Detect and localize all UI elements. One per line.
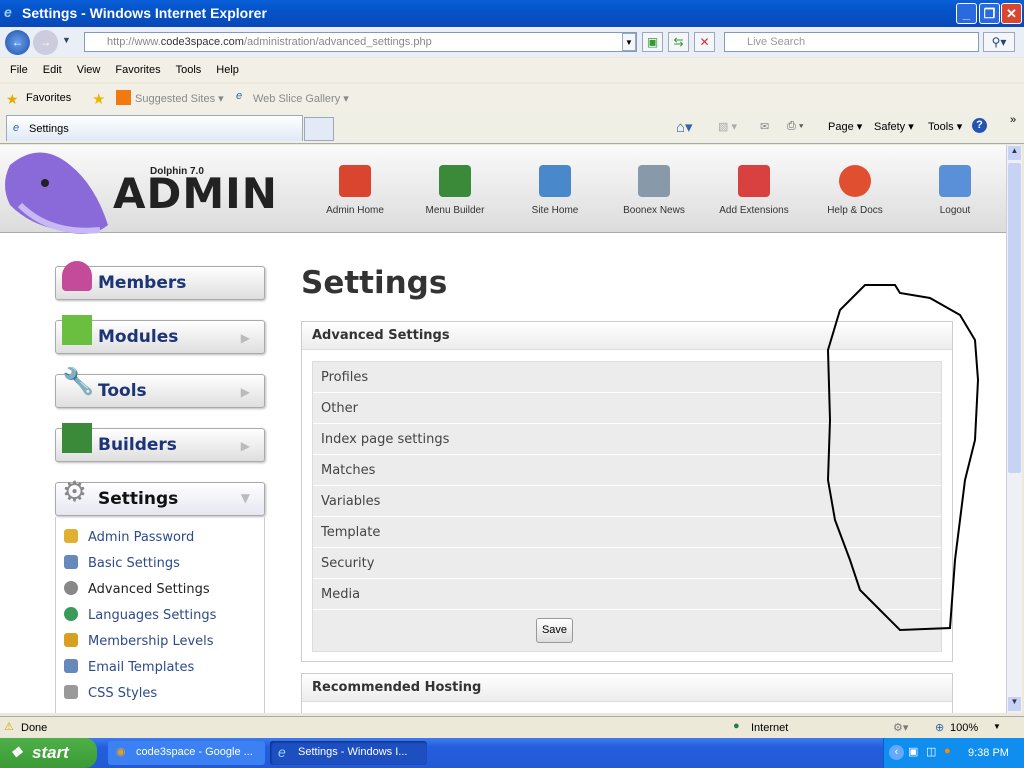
safety-menu[interactable]: Safety ▾: [874, 120, 914, 133]
page-menu[interactable]: Page ▾: [828, 120, 862, 133]
favorites-bar: ★ Favorites ★ Suggested Sites ▾ e Web Sl…: [0, 84, 1024, 112]
refresh-icon[interactable]: ⇆: [668, 32, 689, 52]
zoom-level[interactable]: 100%: [950, 722, 978, 734]
scroll-down-button[interactable]: ▼: [1008, 697, 1021, 711]
ie-icon: e: [4, 4, 12, 20]
show-hidden-icons-button[interactable]: ‹: [889, 745, 904, 760]
zoom-icon: ⊕: [935, 722, 945, 734]
task-label: Settings - Windows I...: [298, 746, 408, 758]
close-button[interactable]: ✕: [1001, 3, 1022, 24]
status-text: Done: [21, 722, 48, 734]
menu-file[interactable]: File: [10, 64, 28, 76]
protected-mode-icon[interactable]: ⚙▾: [893, 721, 908, 734]
minimize-button[interactable]: _: [956, 3, 977, 24]
taskbar: ❖ start ◉ code3space - Google ... e Setting…: [0, 738, 1024, 768]
taskbar-ie[interactable]: e Settings - Windows I...: [270, 741, 427, 765]
start-label: start: [32, 743, 69, 762]
forward-button[interactable]: →: [33, 30, 58, 55]
ie-icon: e: [278, 744, 286, 760]
windows-logo-icon: ❖: [10, 744, 23, 760]
app-tray-icon[interactable]: ●: [944, 745, 951, 757]
print-icon[interactable]: ⎙ ▾: [787, 120, 803, 133]
globe-icon: ●: [733, 720, 740, 732]
clock: 9:38 PM: [968, 747, 1009, 759]
mail-icon[interactable]: ✉: [760, 120, 769, 133]
system-tray: ‹ ▣ ◫ ● 9:38 PM: [883, 738, 1024, 768]
tab-bar: e Settings ⌂▾ ▧ ▾ ✉ ⎙ ▾ Page ▾ Safety ▾ T…: [0, 112, 1024, 144]
new-tab-button[interactable]: [304, 117, 334, 141]
search-input[interactable]: Live Search: [724, 32, 979, 52]
window-title: Settings - Windows Internet Explorer: [22, 5, 267, 21]
taskbar-chrome[interactable]: ◉ code3space - Google ...: [108, 741, 265, 765]
search-button[interactable]: ⚲▾: [983, 32, 1015, 52]
vertical-scrollbar[interactable]: ▲ ▼: [1006, 145, 1022, 713]
status-bar: ⚠ Done ● Internet ⚙▾ ⊕ 100% ▼: [0, 716, 1024, 738]
chrome-icon: ◉: [116, 746, 126, 758]
feeds-icon[interactable]: ▧ ▾: [718, 120, 737, 133]
star-icon: ★: [6, 91, 19, 107]
warning-icon: ⚠: [4, 721, 14, 733]
menu-help[interactable]: Help: [216, 64, 239, 76]
maximize-button[interactable]: ❐: [979, 3, 1000, 24]
tab-label: Settings: [29, 123, 69, 135]
hand-drawn-annotation: [826, 284, 980, 632]
start-button[interactable]: ❖ start: [0, 738, 97, 768]
tools-menu[interactable]: Tools ▾: [928, 120, 962, 133]
history-dropdown-icon[interactable]: ▼: [62, 35, 71, 45]
menu-bar: File Edit View Favorites Tools Help: [0, 58, 1024, 82]
scroll-up-button[interactable]: ▲: [1008, 146, 1021, 160]
web-page: Dolphin 7.0 ADMIN Admin Home Menu Builde…: [0, 145, 1006, 713]
chevron-more-icon[interactable]: »: [1010, 114, 1016, 126]
volume-icon[interactable]: ◫: [926, 745, 936, 758]
menu-favorites[interactable]: Favorites: [115, 64, 160, 76]
menu-edit[interactable]: Edit: [43, 64, 62, 76]
tab-settings[interactable]: e Settings: [6, 115, 303, 141]
suggested-sites-link[interactable]: Suggested Sites ▾: [135, 92, 224, 105]
home-icon[interactable]: ⌂▾: [676, 118, 693, 136]
menu-view[interactable]: View: [77, 64, 101, 76]
scroll-thumb[interactable]: [1008, 163, 1021, 473]
url-dropdown-button[interactable]: ▼: [622, 33, 636, 51]
network-icon[interactable]: ▣: [908, 745, 918, 758]
ie-icon: e: [13, 122, 20, 134]
task-label: code3space - Google ...: [136, 746, 253, 758]
web-slice-gallery-link[interactable]: Web Slice Gallery ▾: [253, 92, 349, 105]
menu-tools[interactable]: Tools: [176, 64, 202, 76]
zoom-dropdown-icon[interactable]: ▼: [993, 722, 1001, 731]
add-favorite-icon[interactable]: ★: [92, 90, 105, 108]
url-input[interactable]: http://www.code3space.com/administration…: [84, 32, 637, 52]
compatibility-icon[interactable]: ▣: [642, 32, 663, 52]
security-zone: Internet: [751, 722, 789, 734]
address-toolbar: ← → ▼ http://www.code3space.com/administ…: [0, 27, 1024, 57]
help-icon[interactable]: ?: [972, 118, 987, 133]
stop-icon[interactable]: ✕: [694, 32, 715, 52]
favorites-button[interactable]: Favorites: [26, 92, 71, 104]
ie-icon: e: [236, 90, 243, 102]
suggested-sites-icon: [116, 90, 131, 105]
back-button[interactable]: ←: [5, 30, 30, 55]
title-bar: e Settings - Windows Internet Explorer _…: [0, 0, 1024, 27]
